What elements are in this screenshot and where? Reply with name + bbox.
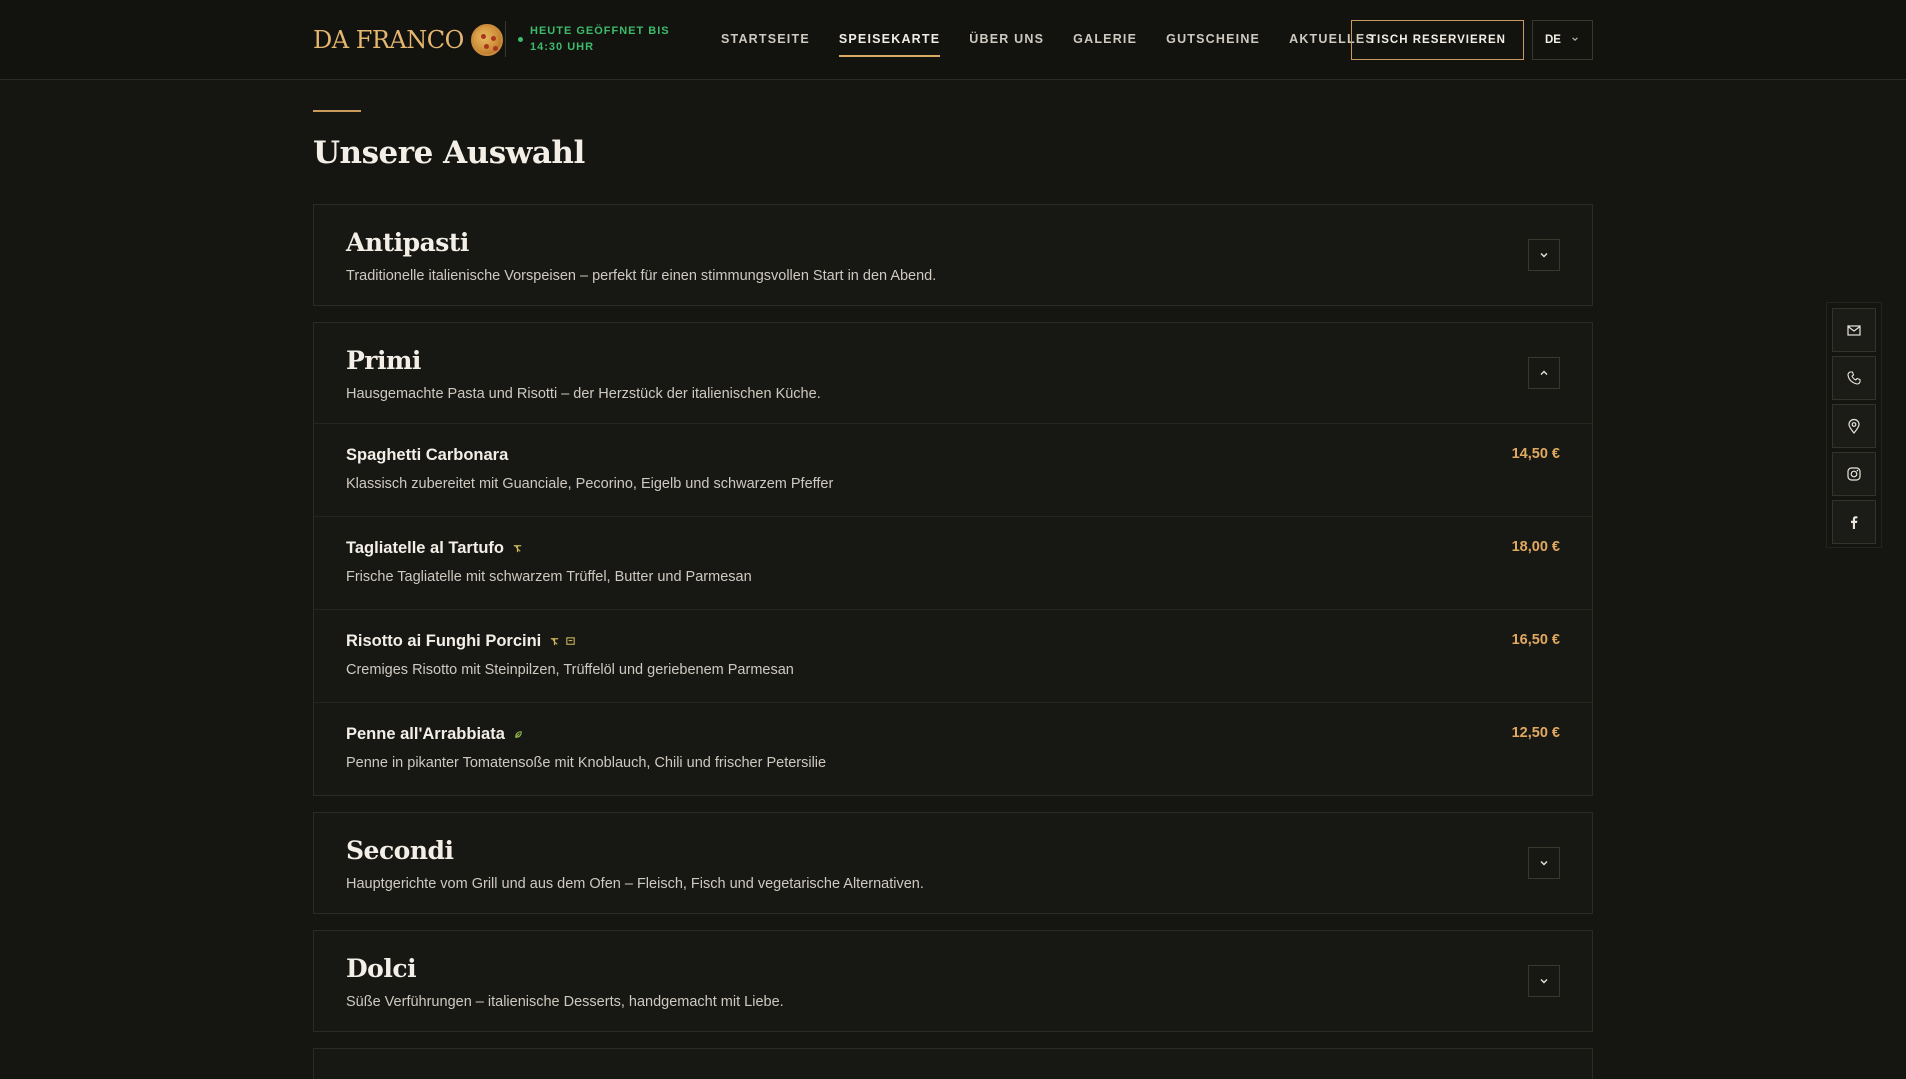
phone-button[interactable] bbox=[1832, 356, 1876, 400]
collapse-toggle-button[interactable] bbox=[1528, 357, 1560, 389]
language-value: DE bbox=[1545, 34, 1561, 46]
category-header[interactable]: Secondi Hauptgerichte vom Grill und aus … bbox=[314, 813, 1592, 913]
instagram-button[interactable] bbox=[1832, 452, 1876, 496]
nav-gutscheine[interactable]: GUTSCHEINE bbox=[1166, 32, 1260, 57]
title-accent-line bbox=[313, 110, 361, 112]
dish-name: Risotto ai Funghi Porcini bbox=[346, 632, 1560, 651]
chevron-down-icon bbox=[1571, 35, 1579, 46]
nav-galerie[interactable]: GALERIE bbox=[1073, 32, 1137, 57]
dish-price: 16,50 € bbox=[1511, 632, 1560, 648]
dish-description: Frische Tagliatelle mit schwarzem Trüffe… bbox=[346, 569, 752, 585]
category-header[interactable]: Dolci Süße Verführungen – italienische D… bbox=[314, 931, 1592, 1031]
pizza-logo-icon bbox=[470, 24, 503, 56]
category-title: Antipasti bbox=[346, 228, 469, 257]
dish-name: Tagliatelle al Tartufo bbox=[346, 539, 1560, 558]
expand-toggle-button[interactable] bbox=[1528, 965, 1560, 997]
nav-speisekarte[interactable]: SPEISEKARTE bbox=[838, 32, 941, 57]
dish-description: Cremiges Risotto mit Steinpilzen, Trüffe… bbox=[346, 662, 794, 678]
category-secondi: Secondi Hauptgerichte vom Grill und aus … bbox=[313, 812, 1593, 914]
contact-sidebar bbox=[1826, 302, 1882, 548]
expand-toggle-button[interactable] bbox=[1528, 847, 1560, 879]
mail-button[interactable] bbox=[1832, 308, 1876, 352]
phone-icon bbox=[1847, 371, 1861, 385]
category-dolci: Dolci Süße Verführungen – italienische D… bbox=[313, 930, 1593, 1032]
instagram-icon bbox=[1847, 467, 1861, 481]
logo-text: DA FRANCO bbox=[313, 26, 464, 54]
dish-item: Risotto ai Funghi Porcini Cremiges Risot… bbox=[314, 609, 1592, 702]
category-title: Secondi bbox=[346, 836, 454, 865]
facebook-icon bbox=[1851, 516, 1858, 529]
logo[interactable]: DA FRANCO bbox=[313, 22, 503, 58]
dish-item: Penne all'Arrabbiata Penne in pikanter T… bbox=[314, 702, 1592, 795]
category-primi: Primi Hausgemachte Pasta und Risotti – d… bbox=[313, 322, 1593, 796]
facebook-button[interactable] bbox=[1832, 500, 1876, 544]
dish-price: 18,00 € bbox=[1511, 539, 1560, 555]
page-title: Unsere Auswahl bbox=[313, 135, 585, 171]
category-title: Primi bbox=[346, 346, 421, 375]
dish-name: Penne all'Arrabbiata bbox=[346, 725, 1560, 744]
vegetarian-icon bbox=[512, 543, 523, 554]
category-title: Dolci bbox=[346, 954, 417, 983]
location-icon bbox=[1848, 418, 1860, 434]
opening-status: HEUTE GEÖFFNET BIS 14:30 UHR bbox=[530, 25, 670, 53]
chevron-down-icon bbox=[1540, 253, 1548, 258]
location-button[interactable] bbox=[1832, 404, 1876, 448]
chevron-down-icon bbox=[1540, 861, 1548, 866]
category-description: Traditionelle italienische Vorspeisen – … bbox=[346, 268, 937, 284]
chevron-up-icon bbox=[1540, 370, 1548, 375]
vegan-icon bbox=[513, 729, 524, 740]
category-description: Hauptgerichte vom Grill und aus dem Ofen… bbox=[346, 876, 924, 892]
category-header[interactable]: Primi Hausgemachte Pasta und Risotti – d… bbox=[314, 323, 1592, 423]
dish-description: Klassisch zubereitet mit Guanciale, Peco… bbox=[346, 476, 834, 492]
dish-name: Spaghetti Carbonara bbox=[346, 446, 509, 464]
dish-item: Spaghetti Carbonara Klassisch zubereitet… bbox=[314, 423, 1592, 516]
dish-description: Penne in pikanter Tomatensoße mit Knobla… bbox=[346, 755, 827, 771]
reserve-table-button[interactable]: TISCH RESERVIEREN bbox=[1351, 20, 1524, 60]
category-next-partial bbox=[313, 1048, 1593, 1079]
nav-ueber-uns[interactable]: ÜBER UNS bbox=[969, 32, 1044, 57]
dish-price: 14,50 € bbox=[1511, 446, 1560, 462]
lactose-icon bbox=[565, 636, 576, 647]
category-description: Süße Verführungen – italienische Dessert… bbox=[346, 994, 784, 1010]
vegetarian-icon bbox=[549, 636, 560, 647]
site-header: DA FRANCO HEUTE GEÖFFNET BIS 14:30 UHR S… bbox=[0, 0, 1906, 80]
expand-toggle-button[interactable] bbox=[1528, 239, 1560, 271]
header-divider bbox=[505, 21, 506, 57]
dish-price: 12,50 € bbox=[1511, 725, 1560, 741]
nav-startseite[interactable]: STARTSEITE bbox=[721, 32, 810, 57]
category-antipasti: Antipasti Traditionelle italienische Vor… bbox=[313, 204, 1593, 306]
chevron-down-icon bbox=[1540, 979, 1548, 984]
dish-item: Tagliatelle al Tartufo Frische Tagliatel… bbox=[314, 516, 1592, 609]
category-description: Hausgemachte Pasta und Risotti – der Her… bbox=[346, 386, 821, 402]
category-header[interactable]: Antipasti Traditionelle italienische Vor… bbox=[314, 205, 1592, 305]
main-nav: STARTSEITE SPEISEKARTE ÜBER UNS GALERIE … bbox=[721, 32, 1404, 57]
language-select[interactable]: DE bbox=[1532, 20, 1593, 60]
mail-icon bbox=[1847, 325, 1861, 336]
